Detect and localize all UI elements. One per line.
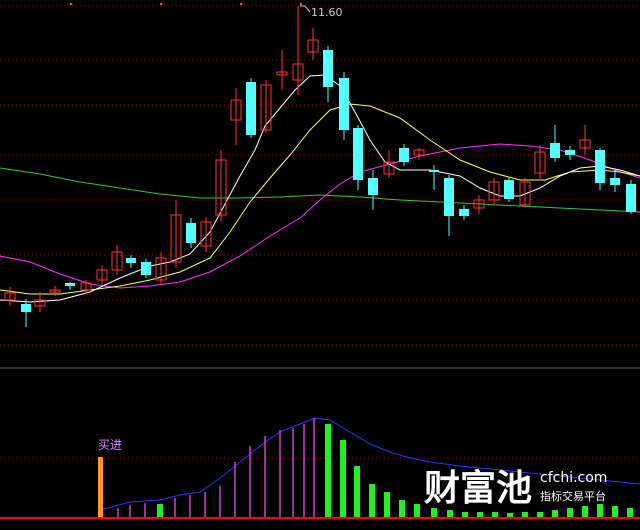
candle	[307, 28, 319, 60]
candle	[579, 125, 591, 155]
candle-body	[565, 150, 575, 155]
candle	[141, 259, 151, 278]
candle	[550, 125, 560, 162]
candle-body	[595, 150, 605, 183]
watermark-brand: 财富池	[424, 467, 532, 509]
candle	[339, 72, 349, 140]
candle-body	[368, 178, 378, 195]
candle-body	[339, 78, 349, 130]
candle-body	[550, 143, 560, 158]
candle	[429, 165, 439, 190]
indicator-bars	[0, 417, 640, 519]
candle-body	[21, 304, 31, 312]
ma-line-green	[0, 167, 640, 213]
watermark-url: cfchi.com	[540, 470, 607, 486]
candle	[610, 170, 620, 192]
watermark-tagline: 指标交易平台	[540, 489, 606, 503]
candle	[21, 299, 31, 327]
indicator-bar-green	[354, 466, 360, 518]
candle-body	[444, 178, 454, 216]
indicator-bar-green	[552, 510, 558, 518]
candle	[626, 180, 636, 214]
candle	[368, 170, 378, 210]
candle	[186, 218, 196, 248]
candle	[488, 178, 500, 205]
candle-body	[504, 180, 514, 199]
grid-lines	[0, 3, 640, 519]
indicator-bar-green	[384, 492, 390, 518]
top-marker	[70, 3, 72, 5]
candle	[126, 255, 136, 268]
candle	[353, 125, 363, 190]
stock-chart: 11.60 买进 财富池 cfchi.com 指标交易平台	[0, 3, 640, 519]
candle-body	[141, 262, 151, 275]
candle	[260, 80, 272, 133]
candle-body	[323, 50, 333, 87]
candle	[444, 175, 454, 236]
top-marker	[300, 3, 302, 5]
candle-body	[459, 209, 469, 216]
indicator-bar-green	[431, 508, 437, 518]
candle-body	[186, 223, 196, 243]
candle	[459, 205, 469, 220]
candle	[383, 150, 395, 178]
candle	[111, 245, 123, 275]
ma-line-yellow	[0, 103, 640, 295]
indicator-bar-green	[582, 506, 588, 518]
candle	[595, 148, 605, 190]
candle-body	[626, 184, 636, 212]
indicator-bar-green	[414, 504, 420, 518]
indicator-bar-green	[399, 500, 405, 518]
candle-body	[353, 128, 363, 180]
indicator-bar-green	[567, 508, 573, 518]
top-marker	[240, 3, 242, 5]
indicator-bar-green	[627, 508, 633, 518]
candle	[323, 46, 333, 102]
candle	[292, 6, 304, 95]
indicator-bar-green	[157, 504, 163, 518]
candle	[65, 282, 75, 290]
buy-signal-label: 买进	[98, 438, 122, 452]
candle-body	[246, 82, 256, 135]
candle	[155, 252, 167, 285]
candle-body	[399, 148, 409, 162]
candle	[413, 148, 425, 160]
candle-body	[126, 258, 136, 263]
ma-line-magenta	[0, 143, 640, 289]
moving-average-lines	[0, 74, 640, 303]
peak-price-label: 11.60	[311, 6, 343, 19]
indicator-bar-green	[325, 424, 331, 518]
candle-body	[65, 283, 75, 286]
indicator-bar-green	[597, 504, 603, 518]
candle	[534, 145, 546, 180]
candle	[215, 150, 227, 222]
buy-signal-bar	[98, 457, 103, 518]
candle	[565, 146, 575, 160]
candle	[276, 50, 288, 90]
candle	[4, 287, 16, 306]
candle	[246, 78, 256, 138]
indicator-bar-green	[447, 510, 453, 518]
candlestick-series	[4, 5, 636, 327]
candle	[96, 265, 108, 285]
indicator-bar-green	[340, 440, 346, 518]
ma-line-white	[0, 74, 640, 303]
indicator-bar-green	[612, 506, 618, 518]
candle-body	[610, 178, 620, 185]
candle	[230, 88, 242, 145]
candle	[200, 217, 212, 252]
candle	[399, 144, 409, 166]
watermark: 财富池 cfchi.com 指标交易平台	[424, 467, 607, 509]
candle-body	[429, 170, 439, 172]
indicator-bar-green	[369, 484, 375, 518]
top-marker	[160, 3, 162, 5]
candle	[504, 178, 514, 202]
peak-marker	[300, 5, 311, 13]
